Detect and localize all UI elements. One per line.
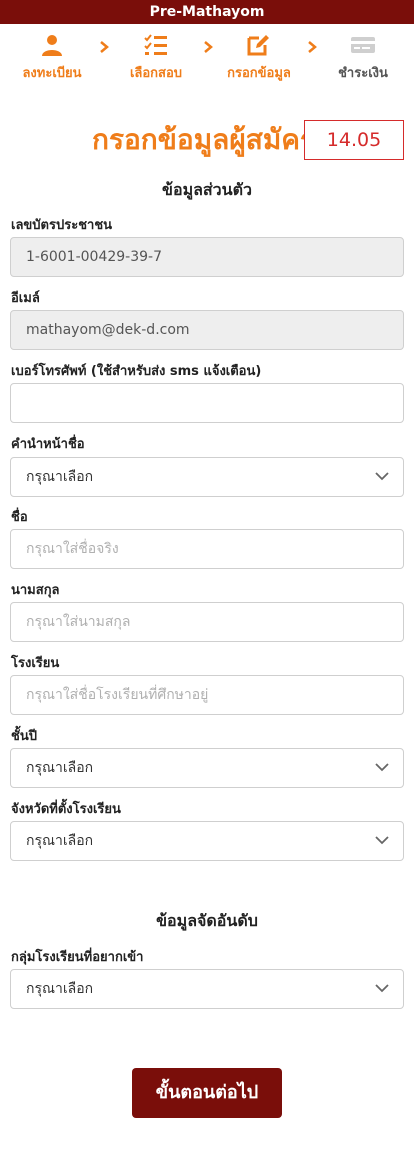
province-select[interactable]: กรุณาเลือก — [10, 821, 404, 861]
phone-input[interactable] — [10, 383, 404, 423]
id-card-label: เลขบัตรประชาชน — [11, 218, 113, 233]
grade-selected-value: กรุณาเลือก — [26, 760, 94, 776]
app-title: Pre-Mathayom — [149, 4, 265, 20]
page-title: กรอกข้อมูลผู้สมัคร — [92, 123, 304, 156]
school-input[interactable] — [10, 675, 404, 715]
step-label: ชำระเงิน — [338, 66, 388, 81]
step-label: ลงทะเบียน — [22, 66, 82, 81]
grade-select[interactable]: กรุณาเลือก — [10, 748, 404, 788]
next-step-button[interactable]: ขั้นตอนต่อไป — [132, 1068, 282, 1118]
chevron-right-icon — [204, 41, 213, 53]
chevron-right-icon — [100, 41, 109, 53]
chevron-down-icon — [375, 984, 389, 993]
countdown-timer: 14.05 — [304, 120, 404, 160]
province-label: จังหวัดที่ตั้งโรงเรียน — [11, 802, 121, 817]
step-label: กรอกข้อมูล — [227, 66, 291, 81]
chevron-right-icon — [308, 41, 317, 53]
chevron-down-icon — [375, 763, 389, 772]
id-card-field: 1-6001-00429-39-7 — [10, 237, 404, 277]
progress-steps: ลงทะเบียน เลือกสอบ กรอกข้อมูล ชำระเงิน — [0, 30, 414, 82]
ranking-section-title: ข้อมูลจัดอันดับ — [156, 911, 258, 930]
personal-section-title: ข้อมูลส่วนตัว — [162, 180, 252, 199]
step-register[interactable]: ลงทะเบียน — [7, 30, 97, 83]
step-payment[interactable]: ชำระเงิน — [318, 30, 408, 83]
app-title-bar: Pre-Mathayom — [0, 0, 414, 24]
title-row: กรอกข้อมูลผู้สมัคร 14.05 — [0, 118, 414, 162]
phone-label: เบอร์โทรศัพท์ (ใช้สำหรับส่ง sms แจ้งเตือ… — [11, 364, 262, 379]
payment-card-icon — [351, 37, 375, 53]
step-fill-info[interactable]: กรอกข้อมูล — [214, 30, 304, 83]
step-select-exam[interactable]: เลือกสอบ — [111, 30, 201, 83]
last-name-input[interactable] — [10, 602, 404, 642]
user-icon — [42, 35, 62, 56]
school-group-label: กลุ่มโรงเรียนที่อยากเข้า — [11, 950, 144, 965]
prefix-label: คำนำหน้าชื่อ — [11, 437, 85, 452]
chevron-down-icon — [375, 836, 389, 845]
last-name-label: นามสกุล — [11, 583, 60, 598]
email-label: อีเมล์ — [11, 291, 40, 306]
school-group-selected-value: กรุณาเลือก — [26, 981, 94, 997]
step-label: เลือกสอบ — [129, 66, 183, 81]
first-name-input[interactable] — [10, 529, 404, 569]
prefix-selected-value: กรุณาเลือก — [26, 469, 94, 485]
province-selected-value: กรุณาเลือก — [26, 833, 94, 849]
school-label: โรงเรียน — [11, 656, 60, 671]
school-group-select[interactable]: กรุณาเลือก — [10, 969, 404, 1009]
edit-icon — [247, 35, 269, 56]
chevron-down-icon — [375, 472, 389, 481]
checklist-icon — [144, 34, 167, 55]
prefix-select[interactable]: กรุณาเลือก — [10, 457, 404, 497]
grade-label: ชั้นปี — [11, 729, 37, 744]
first-name-label: ชื่อ — [11, 510, 28, 525]
email-field: mathayom@dek-d.com — [10, 310, 404, 350]
